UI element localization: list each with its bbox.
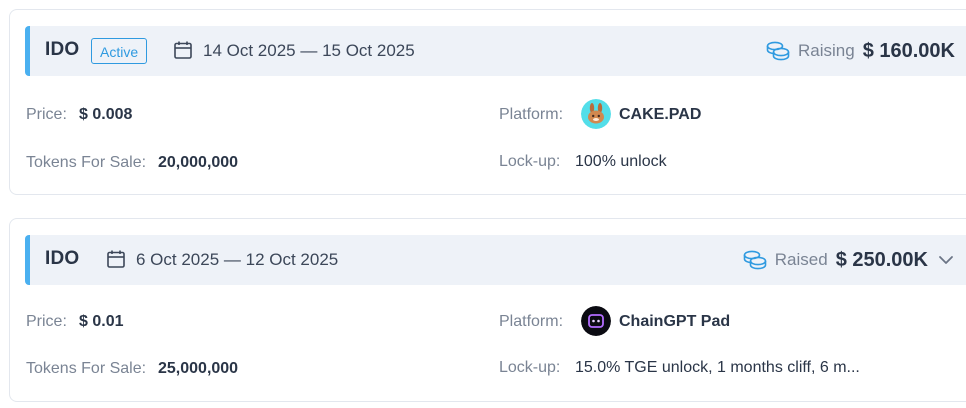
lockup-label: Lock-up: bbox=[499, 359, 561, 376]
price-label: Price: bbox=[26, 106, 67, 123]
raise-label: Raising bbox=[798, 41, 855, 60]
lockup-label: Lock-up: bbox=[499, 153, 561, 170]
calendar-icon bbox=[174, 41, 192, 59]
platform-label: Platform: bbox=[499, 106, 564, 123]
platform-name[interactable]: CAKE.PAD bbox=[619, 106, 701, 124]
raise-amount: $ 160.00K bbox=[862, 39, 955, 62]
raise-amount: $ 250.00K bbox=[835, 248, 928, 271]
tokens-label: Tokens For Sale: bbox=[26, 360, 147, 377]
pancake-bunny-icon[interactable] bbox=[581, 99, 611, 129]
price-value: $ 0.01 bbox=[79, 313, 124, 330]
ido-card-header[interactable]: IDO 6 Oct 2025 — 12 Oct 2025 Raised $ 25… bbox=[25, 235, 966, 285]
calendar-icon bbox=[107, 250, 125, 268]
tokens-value: 25,000,000 bbox=[158, 360, 239, 377]
chaingpt-robot-icon[interactable] bbox=[581, 306, 611, 336]
raise-label: Raised bbox=[774, 250, 828, 269]
ido-card: IDO Active 14 Oct 2025 — 15 Oct 2025 Rai… bbox=[9, 9, 966, 195]
lockup-value: 15.0% TGE unlock, 1 months cliff, 6 m... bbox=[575, 359, 860, 376]
ido-card: IDO 6 Oct 2025 — 12 Oct 2025 Raised $ 25… bbox=[9, 218, 966, 402]
ido-type-label: IDO bbox=[45, 39, 80, 60]
ido-card-header[interactable]: IDO Active 14 Oct 2025 — 15 Oct 2025 Rai… bbox=[25, 26, 966, 76]
price-label: Price: bbox=[26, 313, 67, 330]
chevron-down-icon[interactable] bbox=[937, 251, 955, 269]
tokens-value: 20,000,000 bbox=[158, 154, 239, 171]
coins-icon bbox=[766, 41, 790, 61]
platform-name[interactable]: ChainGPT Pad bbox=[619, 313, 730, 331]
date-range: 14 Oct 2025 — 15 Oct 2025 bbox=[203, 41, 415, 60]
raise-summary: Raised $ 250.00K bbox=[743, 235, 955, 285]
ido-type-label: IDO bbox=[45, 248, 80, 269]
coins-icon bbox=[743, 250, 767, 270]
status-badge: Active bbox=[91, 38, 148, 64]
date-range: 6 Oct 2025 — 12 Oct 2025 bbox=[136, 250, 339, 269]
tokens-label: Tokens For Sale: bbox=[26, 154, 147, 171]
raise-summary: Raising $ 160.00K bbox=[766, 26, 955, 76]
lockup-value: 100% unlock bbox=[575, 153, 667, 170]
price-value: $ 0.008 bbox=[79, 106, 133, 123]
platform-label: Platform: bbox=[499, 313, 564, 330]
